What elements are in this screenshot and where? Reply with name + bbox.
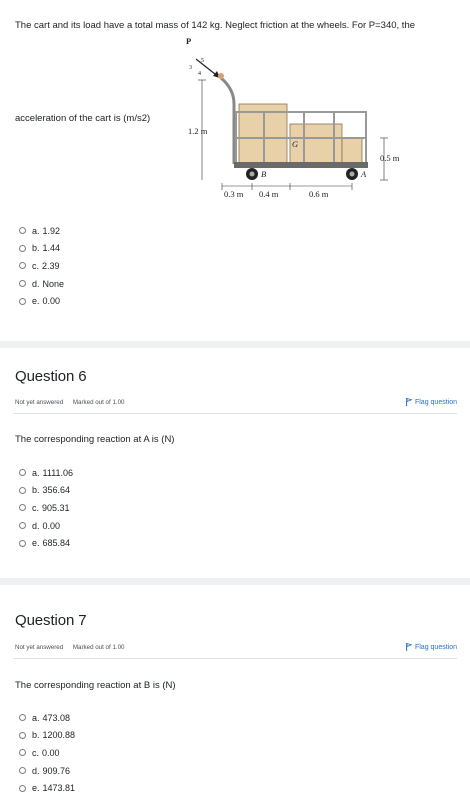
answer-letter: a. xyxy=(32,712,40,723)
answer-option-b[interactable]: b. 356.64 xyxy=(19,482,73,500)
answer-option-a[interactable]: a. 1111.06 xyxy=(19,464,73,482)
radio-button[interactable] xyxy=(19,262,26,270)
answer-value: 356.64 xyxy=(42,485,71,496)
answer-option-a[interactable]: a. 473.08 xyxy=(19,709,75,727)
answer-letter: e. xyxy=(32,783,40,794)
answer-letter: b. xyxy=(32,485,40,496)
radio-button[interactable] xyxy=(19,784,26,792)
radio-button[interactable] xyxy=(19,486,26,494)
dim-label-2: 0.4 m xyxy=(259,189,279,199)
answer-option-b[interactable]: b. 1200.88 xyxy=(19,727,75,745)
answer-option-c[interactable]: c. 905.31 xyxy=(19,499,73,517)
answer-value: 1.92 xyxy=(42,225,61,236)
answer-value: 1473.81 xyxy=(42,783,76,794)
divider xyxy=(13,658,457,659)
slope-label-3: 3 xyxy=(189,65,192,71)
question-6-answers: a. 1111.06 b. 356.64 c. 905.31 d. 0.00 e. 685… xyxy=(19,464,73,552)
wheel-b-label: B xyxy=(261,169,266,179)
answer-letter: b. xyxy=(32,243,40,254)
answer-letter: c. xyxy=(32,747,40,758)
answer-option-e[interactable]: e. 1473.81 xyxy=(19,779,75,797)
answer-option-e[interactable]: e. 0.00 xyxy=(19,292,64,310)
question-7-answers: a. 473.08 b. 1200.88 c. 0.00 d. 909.76 e. 147… xyxy=(19,709,75,797)
radio-button[interactable] xyxy=(19,714,26,722)
answer-value: 905.31 xyxy=(42,502,70,513)
answer-status: Not yet answered xyxy=(15,399,64,406)
radio-button[interactable] xyxy=(19,749,26,757)
answer-letter: d. xyxy=(32,520,40,531)
answer-status: Not yet answered xyxy=(15,644,64,651)
radio-button[interactable] xyxy=(19,280,26,288)
radio-button[interactable] xyxy=(19,522,26,530)
side-dim-label: 0.5 m xyxy=(380,153,400,163)
question-6-title: Question 6 xyxy=(15,368,87,385)
answer-value: 473.08 xyxy=(42,712,71,723)
answer-value: 0.00 xyxy=(42,520,61,531)
answer-letter: c. xyxy=(32,260,40,271)
question-5-text: The cart and its load have a total mass … xyxy=(15,20,416,31)
answer-letter: b. xyxy=(32,730,40,741)
dim-label-1: 0.3 m xyxy=(224,189,244,199)
flag-icon xyxy=(406,398,412,406)
radio-button[interactable] xyxy=(19,767,26,775)
answer-letter: a. xyxy=(32,225,40,236)
answer-value: None xyxy=(42,278,65,289)
divider xyxy=(13,413,457,414)
flag-question-button-7[interactable]: Flag question xyxy=(406,643,457,651)
question-separator xyxy=(0,578,470,585)
answer-option-a[interactable]: a. 1.92 xyxy=(19,222,64,240)
answer-value: 909.76 xyxy=(42,765,71,776)
cart-diagram: P 3 5 4 1.2 m G B A 0.5 m 0.3 m 0.4 m 0.… xyxy=(186,36,400,199)
answer-value: 0.00 xyxy=(42,296,61,307)
radio-button[interactable] xyxy=(19,539,26,547)
flag-label: Flag question xyxy=(414,398,457,406)
answer-value: 0.00 xyxy=(42,747,60,758)
radio-button[interactable] xyxy=(19,469,26,477)
answer-option-d[interactable]: d. None xyxy=(19,275,64,293)
question-6-status: Not yet answered Marked out of 1.00 xyxy=(15,399,132,406)
wheel-a-label: A xyxy=(360,169,367,179)
radio-button[interactable] xyxy=(19,504,26,512)
question-7-status: Not yet answered Marked out of 1.00 xyxy=(15,644,132,651)
force-label: P xyxy=(186,36,191,46)
question-5-answers: a. 1.92 b. 1.44 c. 2.39 d. None e. 0.00 xyxy=(19,222,64,310)
answer-option-d[interactable]: d. 909.76 xyxy=(19,762,75,780)
height-label: 1.2 m xyxy=(188,126,208,136)
dim-label-3: 0.6 m xyxy=(309,189,329,199)
radio-button[interactable] xyxy=(19,731,26,739)
flag-question-button-6[interactable]: Flag question xyxy=(406,398,457,406)
answer-letter: d. xyxy=(32,278,40,289)
question-5-prompt: acceleration of the cart is (m/s2) xyxy=(15,113,151,124)
answer-value: 1.44 xyxy=(42,243,61,254)
answer-option-d[interactable]: d. 0.00 xyxy=(19,517,73,535)
answer-option-e[interactable]: e. 685.84 xyxy=(19,534,73,552)
radio-button[interactable] xyxy=(19,244,26,252)
radio-button[interactable] xyxy=(19,297,26,305)
answer-value: 685.84 xyxy=(42,538,71,549)
answer-value: 1200.88 xyxy=(42,730,76,741)
answer-letter: e. xyxy=(32,296,40,307)
radio-button[interactable] xyxy=(19,227,26,235)
answer-letter: d. xyxy=(32,765,40,776)
question-7-title: Question 7 xyxy=(15,612,87,629)
answer-value: 1111.06 xyxy=(42,467,74,478)
question-6-text: The corresponding reaction at A is (N) xyxy=(15,434,175,445)
flag-icon xyxy=(406,643,412,651)
answer-letter: a. xyxy=(32,467,40,478)
marked-out-of: Marked out of 1.00 xyxy=(72,399,125,406)
question-7-text: The corresponding reaction at B is (N) xyxy=(15,680,176,691)
slope-label-5: 5 xyxy=(201,58,204,64)
answer-letter: e. xyxy=(32,538,40,549)
answer-letter: c. xyxy=(32,502,40,513)
answer-option-c[interactable]: c. 2.39 xyxy=(19,257,64,275)
answer-option-b[interactable]: b. 1.44 xyxy=(19,240,64,258)
answer-option-c[interactable]: c. 0.00 xyxy=(19,744,75,762)
answer-value: 2.39 xyxy=(42,260,60,271)
question-separator xyxy=(0,341,470,348)
marked-out-of: Marked out of 1.00 xyxy=(72,644,125,651)
flag-label: Flag question xyxy=(414,643,457,651)
slope-label-4: 4 xyxy=(198,71,201,77)
cg-label: G xyxy=(292,139,298,149)
